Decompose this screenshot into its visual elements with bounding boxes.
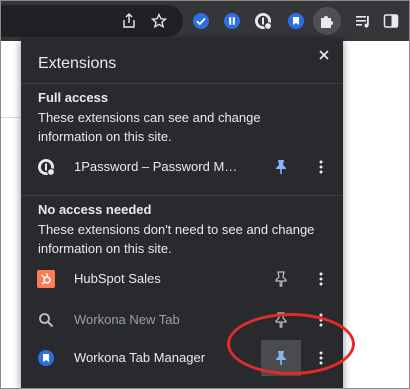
section-heading-no-access: No access needed [38,202,152,217]
panel-title: Extensions [38,55,117,72]
bookmark-star-icon[interactable] [147,9,171,33]
pause-circle-extension-icon[interactable] [220,9,244,33]
more-options-icon[interactable] [309,302,333,338]
extension-name: Workona Tab Manager [74,350,206,365]
search-icon [37,311,55,329]
divider [21,195,343,196]
more-options-icon[interactable] [309,149,333,185]
browser-window: Extensions Full access These extensions … [0,0,410,389]
1password-extension-icon[interactable] [251,9,275,33]
browser-toolbar [1,1,409,41]
more-options-icon[interactable] [309,340,333,376]
extension-row-hubspot[interactable]: HubSpot Sales [21,261,343,297]
section-heading-full-access: Full access [38,90,109,105]
pin-icon[interactable] [261,149,301,185]
media-queue-icon[interactable] [351,9,375,33]
workona-extension-icon[interactable] [284,9,308,33]
more-options-icon[interactable] [309,261,333,297]
extension-name: 1Password – Password Manager [74,159,244,174]
hubspot-icon [37,270,55,288]
close-icon[interactable] [313,44,335,66]
check-circle-extension-icon[interactable] [189,9,213,33]
extension-name: Workona New Tab [74,312,180,327]
extension-row-workona-new-tab[interactable]: Workona New Tab [21,302,343,338]
extensions-puzzle-icon[interactable] [315,9,339,33]
side-panel-icon[interactable] [379,9,403,33]
extension-name: HubSpot Sales [74,271,161,286]
pin-icon[interactable] [261,261,301,297]
extension-row-workona-tab-manager[interactable]: Workona Tab Manager [21,340,343,376]
divider [21,83,343,84]
extension-row-1password[interactable]: 1Password – Password Manager [21,149,343,185]
section-description-no-access: These extensions don't need to see and c… [38,222,315,256]
pin-icon[interactable] [261,302,301,338]
extensions-menu: Extensions Full access These extensions … [21,38,343,388]
section-description-full-access: These extensions can see and change info… [38,110,261,144]
share-icon[interactable] [117,9,141,33]
pin-icon[interactable] [261,340,301,376]
page-content-divider [1,117,23,118]
workona-icon [37,349,55,367]
1password-icon [37,158,55,176]
